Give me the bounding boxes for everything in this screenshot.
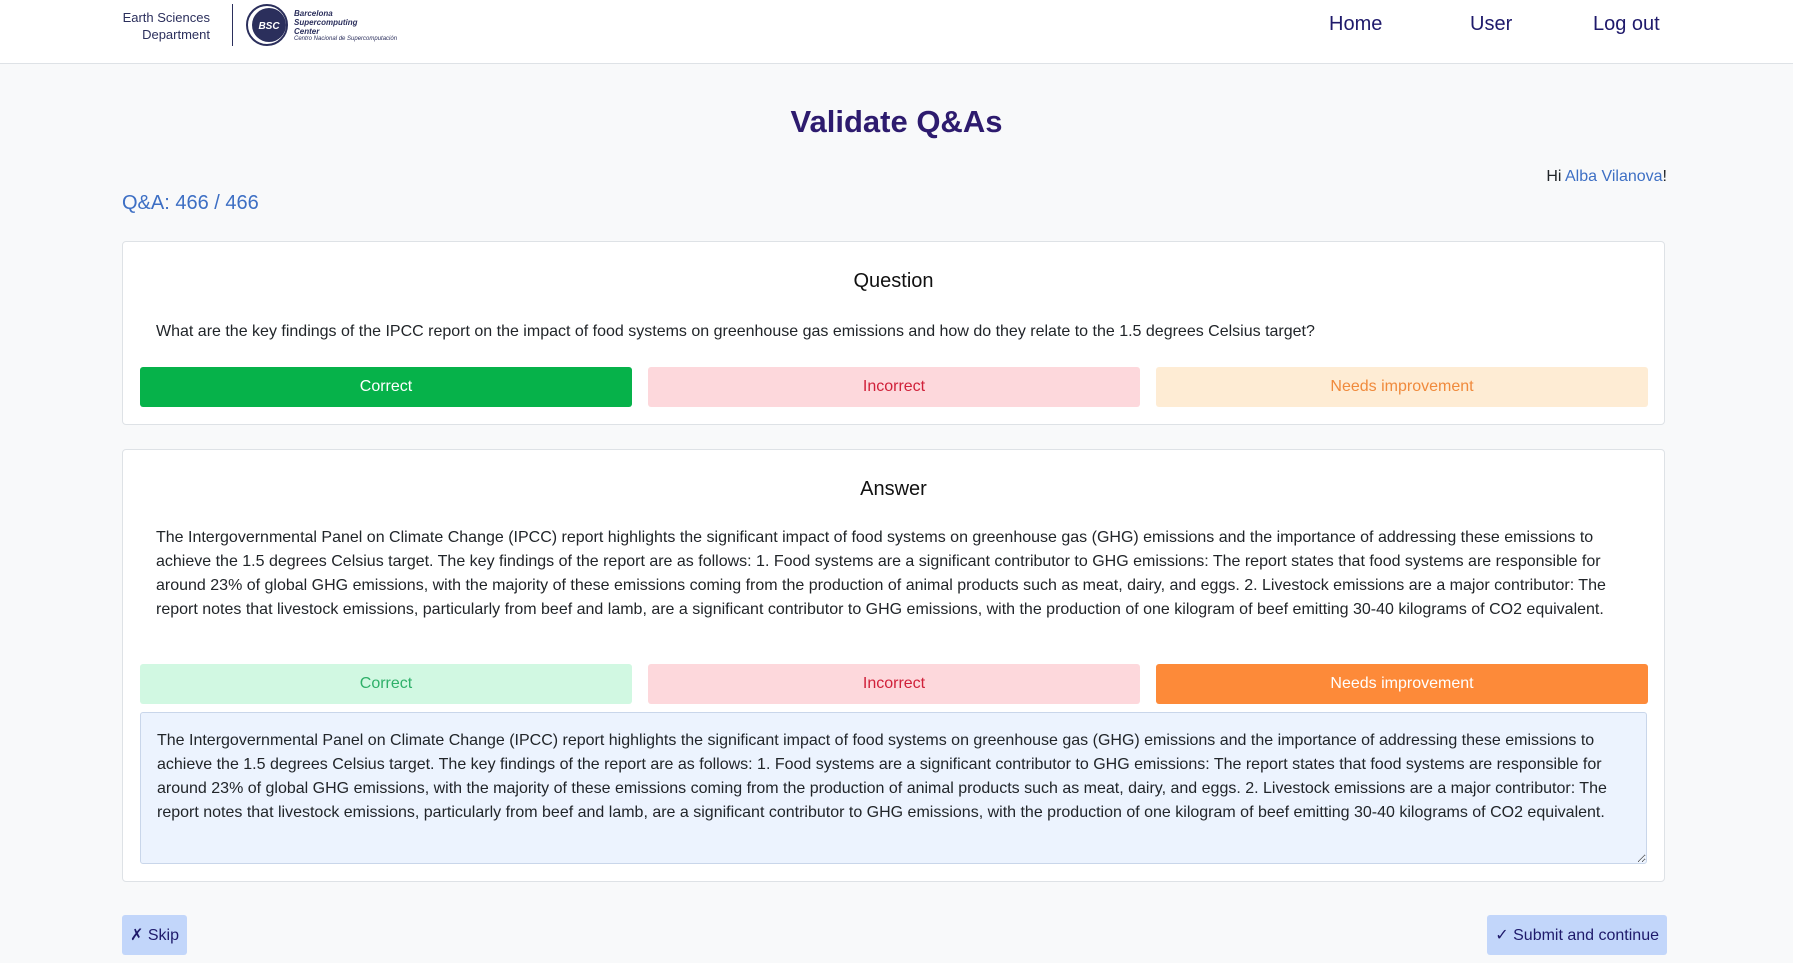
question-card: Question What are the key findings of th… xyxy=(122,241,1665,425)
greeting-suffix: ! xyxy=(1662,168,1667,185)
question-correct-button[interactable]: Correct xyxy=(140,367,632,407)
bsc-logo-badge: BSC xyxy=(258,21,280,32)
submit-continue-button[interactable]: ✓ Submit and continue xyxy=(1487,915,1667,955)
answer-correct-button[interactable]: Correct xyxy=(140,664,632,704)
bsc-logo-subtext: Centro Nacional de Supercomputación xyxy=(294,36,398,42)
question-title: Question xyxy=(853,270,934,292)
bsc-logo-icon: BSC xyxy=(246,4,288,46)
qa-counter: Q&A: 466 / 466 xyxy=(122,192,259,214)
answer-title: Answer xyxy=(860,478,927,500)
question-needs-improvement-button[interactable]: Needs improvement xyxy=(1156,367,1648,407)
answer-needs-improvement-button[interactable]: Needs improvement xyxy=(1156,664,1648,704)
answer-incorrect-button[interactable]: Incorrect xyxy=(648,664,1140,704)
page-title: Validate Q&As xyxy=(790,104,1003,139)
logo-divider xyxy=(232,4,233,46)
nav-logout-link[interactable]: Log out xyxy=(1593,13,1660,36)
user-greeting: Hi Alba Vilanova! xyxy=(1546,168,1667,186)
answer-edit-textarea[interactable]: The Intergovernmental Panel on Climate C… xyxy=(140,712,1647,864)
bsc-logo[interactable]: BSC Barcelona Supercomputing Center Cent… xyxy=(244,3,409,47)
question-incorrect-button[interactable]: Incorrect xyxy=(648,367,1140,407)
bsc-logo-text: Barcelona Supercomputing Center xyxy=(294,9,358,36)
nav-home-link[interactable]: Home xyxy=(1329,13,1382,36)
greeting-prefix: Hi xyxy=(1546,168,1565,185)
skip-button[interactable]: ✗ Skip xyxy=(122,915,187,955)
top-navbar: Earth Sciences Department BSC Barcelona … xyxy=(0,0,1793,64)
nav-user-link[interactable]: User xyxy=(1470,13,1512,36)
answer-card: Answer The Intergovernmental Panel on Cl… xyxy=(122,449,1665,882)
user-name-link[interactable]: Alba Vilanova xyxy=(1565,168,1663,185)
earth-sciences-logo[interactable]: Earth Sciences Department xyxy=(112,9,210,43)
answer-text: The Intergovernmental Panel on Climate C… xyxy=(156,529,1606,618)
question-text: What are the key findings of the IPCC re… xyxy=(156,323,1315,340)
